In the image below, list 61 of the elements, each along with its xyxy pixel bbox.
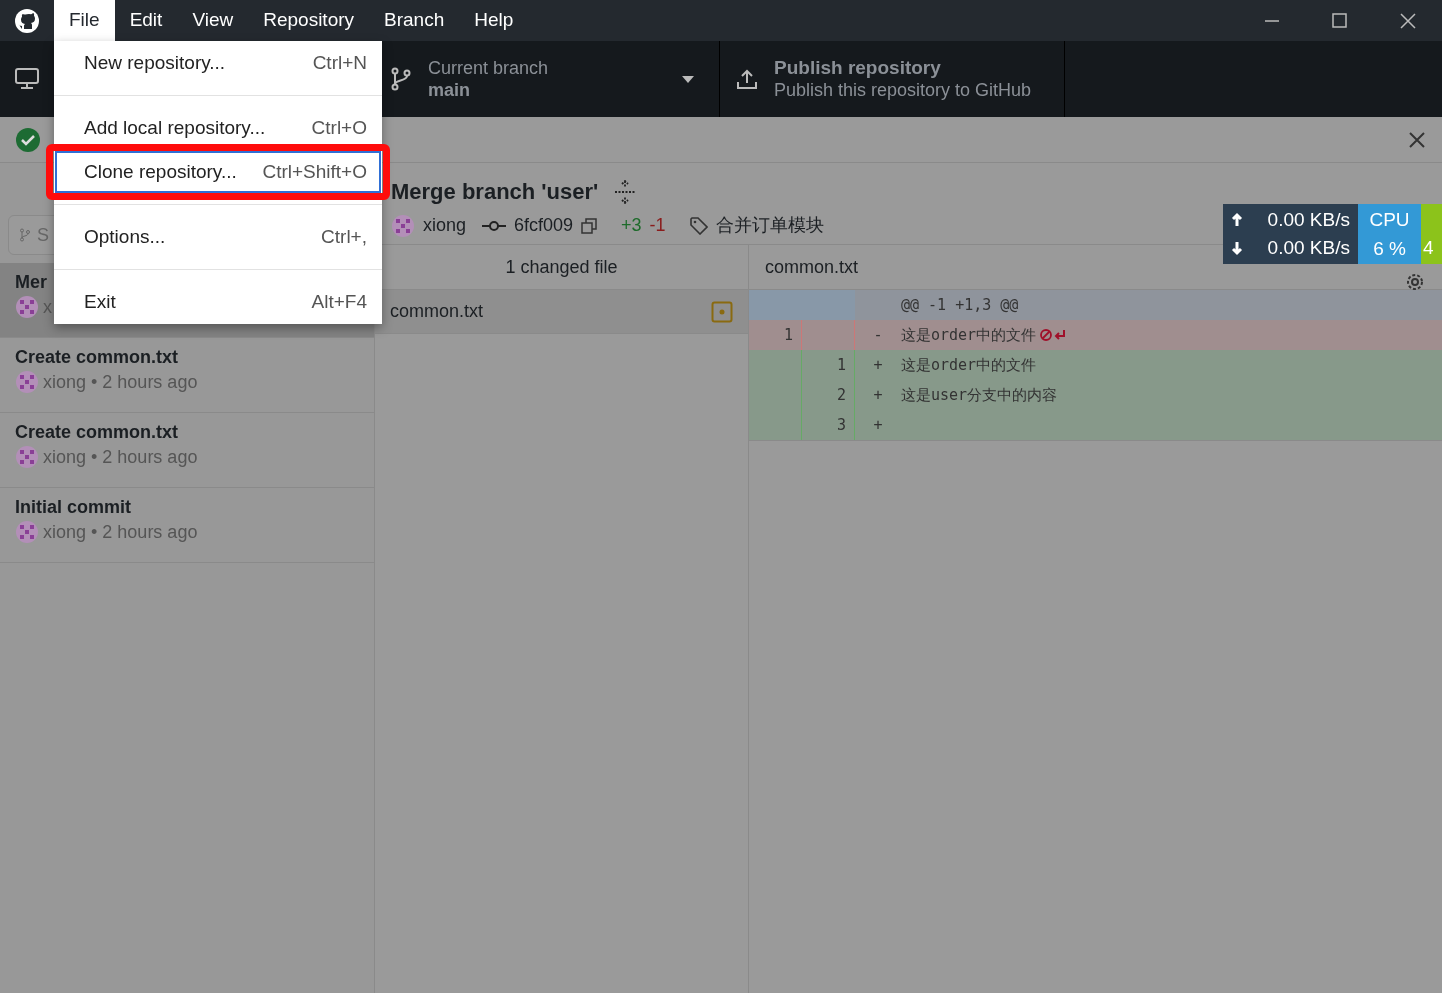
diff-line-text: 这是order中的文件 (901, 324, 1037, 346)
close-icon (1408, 131, 1426, 150)
commit-item[interactable]: Initial commit xiong • 2 hours ago (0, 488, 374, 563)
expand-icon (614, 179, 637, 204)
copy-icon (581, 218, 598, 235)
avatar-icon (15, 370, 39, 394)
commit-sha: 6fcf009 (514, 214, 574, 237)
diff-file-name: common.txt (765, 255, 859, 279)
line-number: 3 (802, 410, 855, 440)
diff-sign: - (873, 325, 883, 344)
caret-icon (681, 74, 695, 84)
diff-line-text: 这是order中的文件 (901, 354, 1037, 376)
commit-description: 合并订单模块 (715, 214, 824, 237)
menu-item[interactable]: Branch (369, 0, 460, 41)
commit-icon (482, 219, 507, 232)
diff-sign: + (873, 355, 883, 374)
upload-speed: 0.00 KB/s (1267, 207, 1350, 232)
avatar-icon (391, 213, 415, 238)
branch-icon (19, 228, 31, 242)
publish-repository-button[interactable]: Publish repository Publish this repository to GitHub (720, 41, 1064, 117)
avatar-icon (15, 520, 39, 544)
tag-icon (689, 216, 708, 235)
download-speed: 0.00 KB/s (1267, 235, 1350, 260)
diff-sign: + (873, 385, 883, 404)
minimize-icon (1263, 19, 1281, 22)
menu-item[interactable]: File (54, 0, 115, 41)
diff-sign: + (873, 415, 883, 434)
monitor-icon (14, 67, 40, 91)
commit-item[interactable]: Create common.txt xiong • 2 hours ago (0, 413, 374, 488)
upload-arrow-icon (1231, 212, 1243, 228)
menu-item[interactable]: Help (459, 0, 529, 41)
memory-value: 4 (1423, 237, 1434, 258)
menu-item[interactable]: Exit Alt+F4 (54, 280, 382, 324)
download-arrow-icon (1231, 240, 1243, 256)
gutter-cell (749, 290, 802, 320)
commit-item[interactable]: Create common.txt xiong • 2 hours ago (0, 338, 374, 413)
current-branch-button[interactable]: Current branch main (382, 41, 719, 117)
modified-file-icon (711, 300, 733, 323)
menu-item[interactable]: Edit (114, 0, 178, 41)
menu-item[interactable]: New repository... Ctrl+N (54, 41, 382, 85)
github-logo-icon (14, 7, 40, 34)
upload-icon (736, 68, 758, 90)
commit-title: Merge branch 'user' (391, 178, 599, 206)
maximize-icon (1331, 12, 1349, 29)
success-check-icon (16, 127, 40, 152)
avatar-icon (15, 295, 39, 319)
menu-item[interactable]: Repository (248, 0, 370, 41)
menu-item[interactable]: Clone repository... Ctrl+Shift+O (54, 150, 382, 194)
branch-icon (390, 67, 412, 91)
additions-count: +3 (621, 214, 642, 237)
deletions-count: -1 (649, 214, 666, 237)
hunk-header: @@ -1 +1,3 @@ (901, 294, 1019, 316)
changed-files-header: 1 changed file (505, 255, 618, 279)
commit-author: xiong (423, 214, 467, 237)
file-row[interactable]: common.txt (375, 290, 748, 334)
avatar-icon (15, 445, 39, 469)
menu-item[interactable]: View (177, 0, 249, 41)
menu-item[interactable]: Options... Ctrl+, (54, 215, 382, 259)
close-icon (1399, 12, 1417, 29)
network-monitor: 0.00 KB/s 0.00 KB/s CPU 6 % 4 (1223, 204, 1442, 264)
diff-line-text: 这是user分支中的内容 (901, 384, 1058, 406)
